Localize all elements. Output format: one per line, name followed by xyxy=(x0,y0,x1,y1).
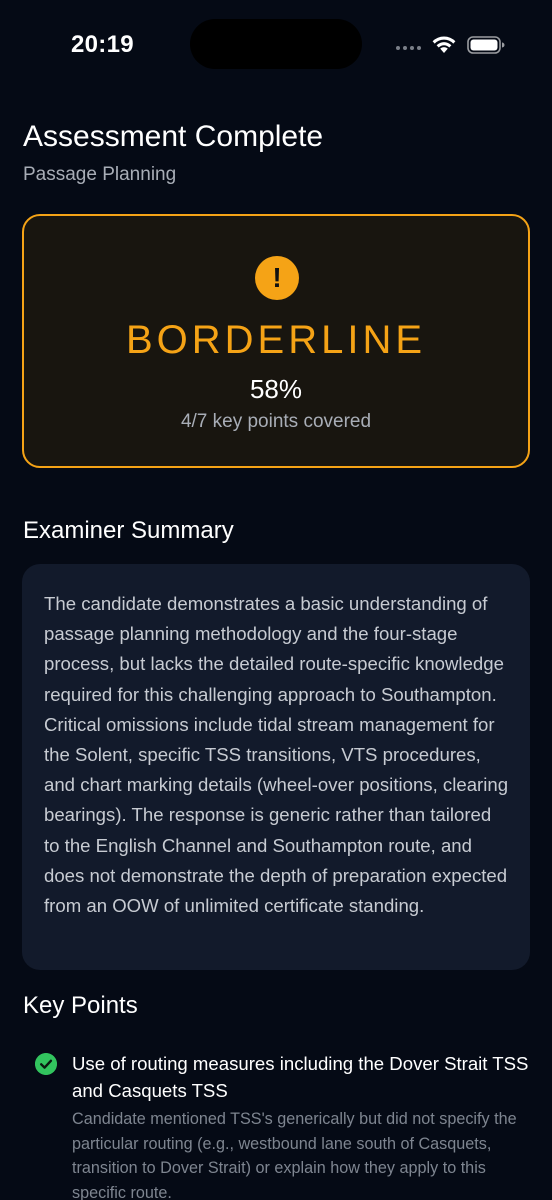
summary-text: The candidate demonstrates a basic under… xyxy=(44,593,509,917)
status-bar: 20:19 xyxy=(0,0,552,90)
summary-card: The candidate demonstrates a basic under… xyxy=(22,564,530,970)
check-circle-icon xyxy=(35,1053,57,1075)
score-percent: 58% xyxy=(249,374,303,404)
battery-icon xyxy=(467,36,505,54)
cellular-signal-icon xyxy=(396,46,421,50)
page-title: Assessment Complete xyxy=(23,120,324,153)
exclamation-icon: ! xyxy=(255,256,299,300)
page-subtitle: Passage Planning xyxy=(23,164,177,185)
status-time: 20:19 xyxy=(71,31,134,58)
key-points-heading: Key Points xyxy=(23,992,138,1019)
verdict-label: BORDERLINE xyxy=(125,318,427,362)
dynamic-island xyxy=(190,19,362,69)
key-points-coverage: 4/7 key points covered xyxy=(180,411,372,432)
key-point-detail: Candidate mentioned TSS's generically bu… xyxy=(72,1110,517,1200)
key-point-title: Use of routing measures including the Do… xyxy=(72,1053,529,1101)
assessment-screen: 20:19 Assessment Complete Passage Planni… xyxy=(0,0,552,1200)
summary-heading: Examiner Summary xyxy=(23,517,234,544)
wifi-icon xyxy=(432,36,456,53)
result-card: ! BORDERLINE 58% 4/7 key points covered xyxy=(22,214,530,468)
